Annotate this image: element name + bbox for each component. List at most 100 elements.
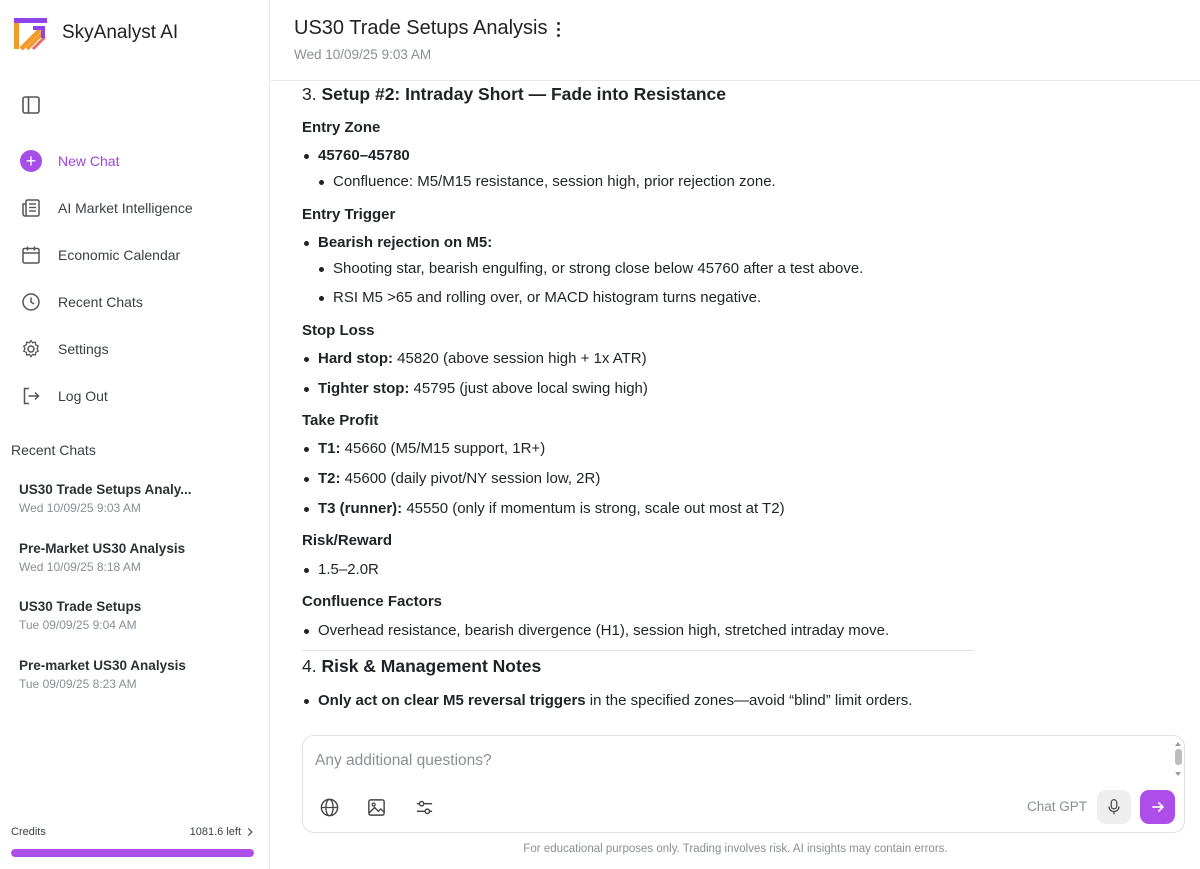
- subheading-entry-zone: Entry Zone: [302, 119, 381, 136]
- t1-label: T1:: [318, 440, 341, 457]
- subheading-risk-reward: Risk/Reward: [302, 532, 393, 549]
- subheading-stop-loss: Stop Loss: [302, 322, 375, 339]
- recent-chat-date: Tue 09/09/25 8:23 AM: [19, 677, 137, 692]
- list-item: 45760–45780: [304, 147, 410, 164]
- sidebar-item-label: Log Out: [58, 387, 108, 404]
- sidebar-item-label: AI Market Intelligence: [58, 199, 193, 216]
- sidebar-item-label: New Chat: [58, 152, 120, 169]
- gear-icon: [20, 338, 42, 360]
- entry-trigger-value: Bearish rejection on M5:: [318, 234, 493, 251]
- list-item: Overhead resistance, bearish divergence …: [303, 622, 890, 639]
- section-title: Setup #2: Intraday Short — Fade into Res…: [321, 84, 727, 104]
- recent-chat-title: US30 Trade Setups: [19, 599, 142, 615]
- recent-chat-date: Wed 10/09/25 8:18 AM: [19, 559, 141, 574]
- credits-details-link[interactable]: 1081.6 left: [190, 826, 254, 838]
- message-composer: Chat GPT: [302, 735, 1185, 833]
- clock-icon: [20, 291, 42, 313]
- sliders-icon[interactable]: [413, 796, 435, 818]
- message-content: 3. Setup #2: Intraday Short — Fade into …: [302, 82, 992, 732]
- recent-chats-list: US30 Trade Setups Analy... Wed 10/09/25 …: [0, 476, 270, 711]
- sidebar-item-recent-chats[interactable]: Recent Chats: [0, 278, 270, 325]
- t2-label: T2:: [318, 470, 341, 487]
- divider: [302, 650, 974, 651]
- chat-header: US30 Trade Setups Analysis Wed 10/09/25 …: [271, 0, 1200, 81]
- list-item: Shooting star, bearish engulfing, or str…: [318, 260, 864, 277]
- recent-chat-item[interactable]: US30 Trade Setups Tue 09/09/25 9:04 AM: [0, 593, 270, 652]
- recent-chat-title: Pre-Market US30 Analysis: [19, 540, 186, 556]
- section-number: 3.: [302, 84, 317, 104]
- newspaper-icon: [20, 197, 42, 219]
- recent-chat-date: Wed 10/09/25 9:03 AM: [19, 501, 141, 515]
- sidebar-item-ai-market-intelligence[interactable]: AI Market Intelligence: [0, 184, 270, 231]
- t1-value: 45660 (M5/M15 support, 1R+): [340, 440, 546, 457]
- sidebar-item-new-chat[interactable]: + New Chat: [0, 137, 270, 184]
- chevron-right-icon: [247, 828, 253, 836]
- tighter-stop-value: 45795 (just above local swing high): [409, 380, 648, 397]
- arrow-right-icon: [1151, 801, 1164, 813]
- list-item: Tighter stop: 45795 (just above local sw…: [304, 380, 648, 397]
- plus-circle-icon: +: [20, 149, 42, 172]
- recent-chat-date: Tue 09/09/25 9:04 AM: [19, 618, 137, 633]
- sidebar-toggle-icon[interactable]: [20, 94, 42, 116]
- sidebar-item-label: Recent Chats: [58, 293, 143, 310]
- send-button[interactable]: [1140, 790, 1175, 824]
- input-scrollbar[interactable]: [1175, 742, 1182, 778]
- list-item: Hard stop: 45820 (above session high + 1…: [304, 350, 647, 367]
- credits-remaining: 1081.6 left: [189, 826, 241, 838]
- entry-zone-value: 45760–45780: [318, 147, 410, 164]
- sidebar: SkyAnalyst AI + New Chat AI Market Intel…: [0, 0, 270, 869]
- sidebar-nav: + New Chat AI Market Intelligence Econom…: [0, 137, 270, 419]
- page-title: US30 Trade Setups Analysis: [294, 17, 548, 39]
- recent-chat-title: Pre-market US30 Analysis: [19, 658, 186, 674]
- recent-chat-item[interactable]: US30 Trade Setups Analy... Wed 10/09/25 …: [0, 476, 270, 535]
- model-selector[interactable]: Chat GPT: [1027, 799, 1087, 814]
- more-options-icon[interactable]: [551, 19, 565, 39]
- calendar-icon: [20, 244, 42, 266]
- recent-chat-item[interactable]: Pre-market US30 Analysis Tue 09/09/25 8:…: [0, 652, 270, 711]
- brand[interactable]: SkyAnalyst AI: [12, 14, 178, 52]
- list-item: T1: 45660 (M5/M15 support, 1R+): [303, 440, 546, 457]
- list-item: 1.5–2.0R: [304, 561, 379, 578]
- list-item: Confluence: M5/M15 resistance, session h…: [319, 173, 776, 190]
- subheading-confluence-factors: Confluence Factors: [302, 593, 443, 610]
- credits-label: Credits: [11, 826, 46, 838]
- subheading-entry-trigger: Entry Trigger: [302, 206, 396, 223]
- section-number: 4.: [302, 656, 317, 676]
- list-item: RSI M5 >65 and rolling over, or MACD his…: [318, 289, 762, 306]
- tighter-stop-label: Tighter stop:: [318, 380, 410, 397]
- app-name: SkyAnalyst AI: [62, 22, 179, 43]
- hard-stop-label: Hard stop:: [318, 350, 393, 367]
- credits-progress-fill: [11, 849, 254, 857]
- image-icon[interactable]: [365, 796, 387, 818]
- microphone-icon: [1108, 799, 1120, 815]
- t2-value: 45600 (daily pivot/NY session low, 2R): [340, 470, 601, 487]
- t3-label: T3 (runner):: [318, 500, 403, 517]
- sidebar-item-settings[interactable]: Settings: [0, 325, 270, 372]
- brand-logo-icon: [14, 18, 47, 51]
- subheading-take-profit: Take Profit: [302, 412, 379, 429]
- section-title: Risk & Management Notes: [321, 656, 542, 676]
- t3-value: 45550 (only if momentum is strong, scale…: [402, 500, 785, 517]
- list-item: Bearish rejection on M5:: [303, 234, 493, 251]
- sidebar-item-log-out[interactable]: Log Out: [0, 372, 270, 419]
- credits-progress-bar: [11, 849, 254, 857]
- credits-row: Credits 1081.6 left: [11, 826, 254, 838]
- sidebar-item-label: Economic Calendar: [58, 246, 181, 263]
- note-emphasis: Only act on clear M5 reversal triggers: [318, 692, 586, 709]
- sidebar-item-label: Settings: [58, 340, 109, 357]
- recent-chat-item[interactable]: Pre-Market US30 Analysis Wed 10/09/25 8:…: [0, 535, 270, 594]
- page-date: Wed 10/09/25 9:03 AM: [294, 47, 432, 62]
- hard-stop-value: 45820 (above session high + 1x ATR): [393, 350, 647, 367]
- recent-chat-title: US30 Trade Setups Analy...: [19, 482, 192, 497]
- list-item: Only act on clear M5 reversal triggers i…: [303, 692, 913, 709]
- microphone-button[interactable]: [1097, 790, 1131, 824]
- logout-icon: [20, 385, 42, 407]
- globe-icon[interactable]: [318, 796, 340, 818]
- recent-chats-heading: Recent Chats: [11, 442, 96, 458]
- section-heading: 4. Risk & Management Notes: [302, 656, 541, 677]
- section-heading: 3. Setup #2: Intraday Short — Fade into …: [302, 84, 726, 105]
- sidebar-item-economic-calendar[interactable]: Economic Calendar: [0, 231, 270, 278]
- note-text: in the specified zones—avoid “blind” lim…: [585, 692, 913, 709]
- message-input[interactable]: [315, 748, 1155, 774]
- list-item: T2: 45600 (daily pivot/NY session low, 2…: [303, 470, 601, 487]
